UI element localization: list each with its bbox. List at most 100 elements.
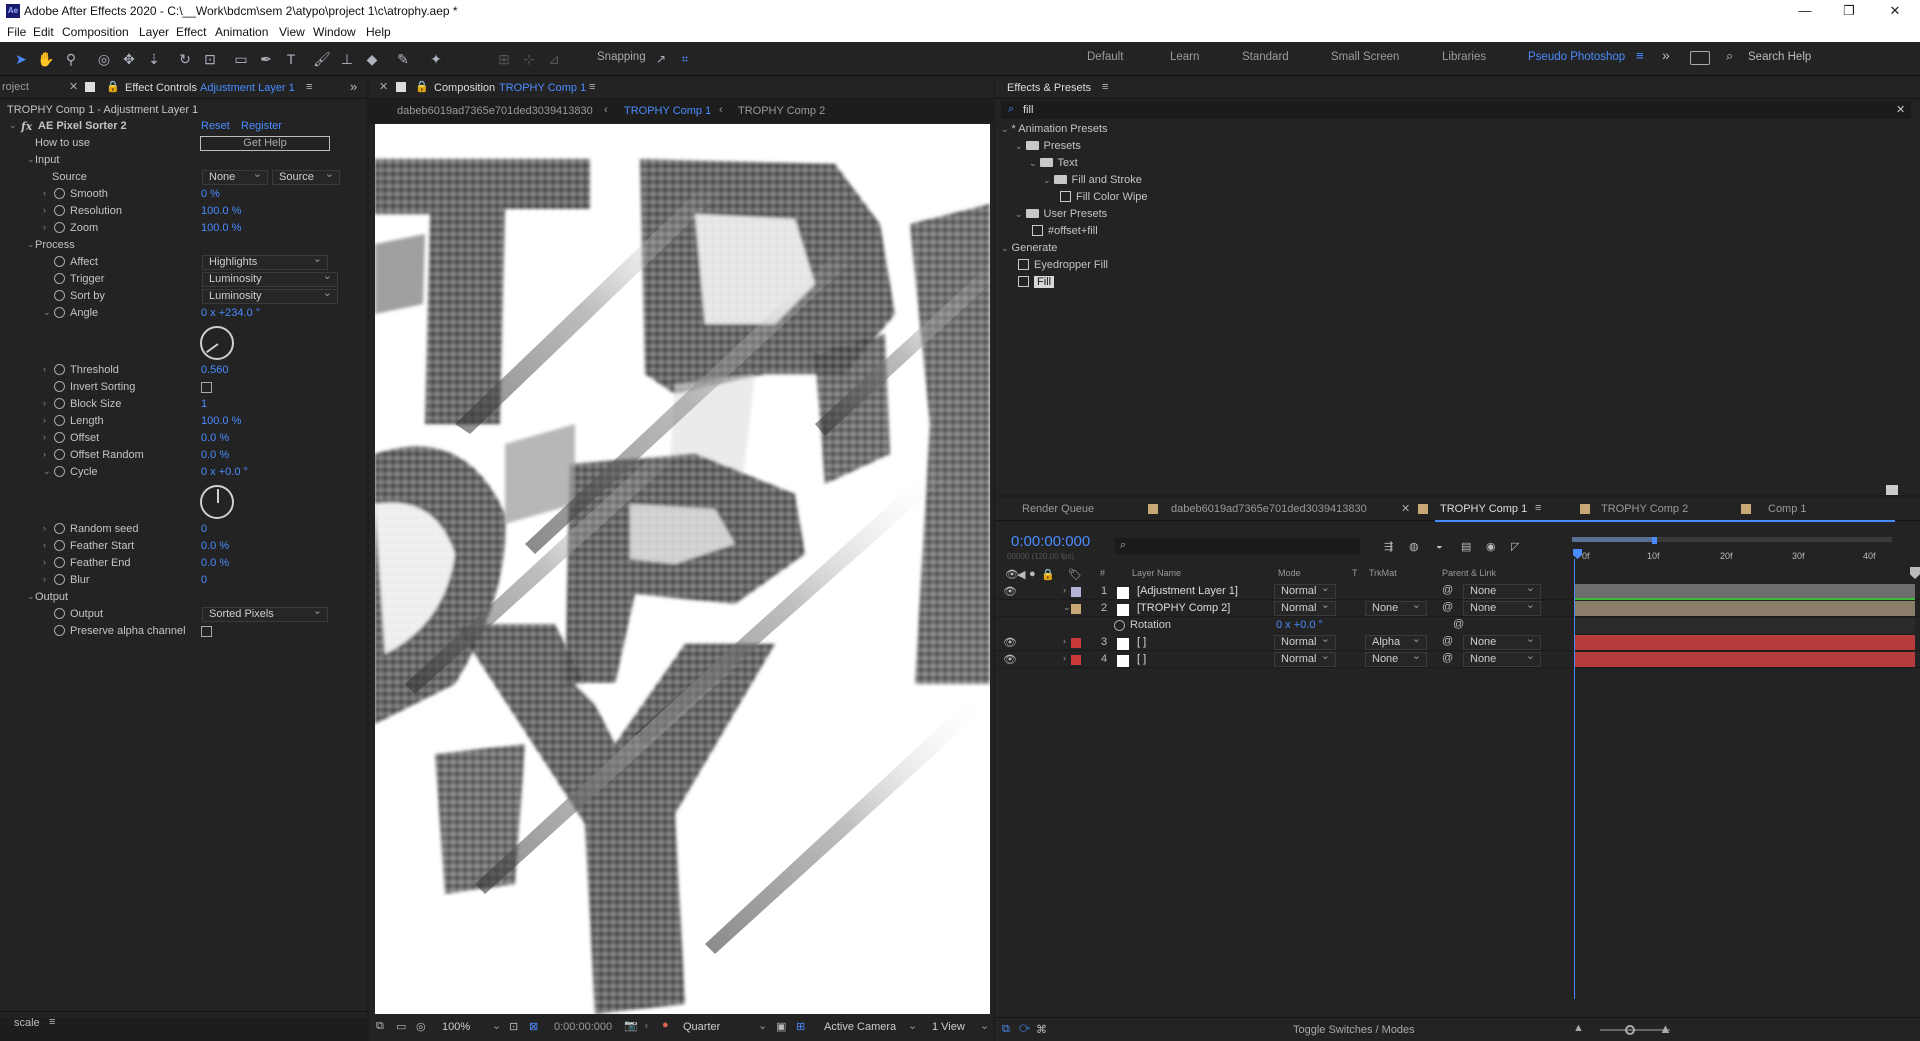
layer-trkmat-dropdown[interactable]: Alpha xyxy=(1365,633,1427,650)
chevron-right-icon[interactable]: › xyxy=(43,415,46,425)
eye-icon[interactable]: 👁 xyxy=(1003,636,1017,649)
menu-edit[interactable]: Edit xyxy=(33,25,54,39)
roto-brush-tool-icon[interactable]: ✎ xyxy=(394,50,412,68)
comp-flowchart-icon[interactable]: ⧉ xyxy=(1002,1023,1010,1036)
block-size-value[interactable]: 1 xyxy=(201,398,207,410)
effects-tree-item[interactable]: Fill xyxy=(995,275,1915,292)
clone-stamp-tool-icon[interactable]: ⊥ xyxy=(338,50,356,68)
restore-button[interactable]: ❐ xyxy=(1826,2,1872,20)
chevron-down-icon[interactable]: ⌄ xyxy=(43,307,51,318)
chevron-right-icon[interactable]: › xyxy=(1063,653,1066,663)
pickwhip-icon[interactable]: @ xyxy=(1453,618,1464,630)
process-group-row[interactable]: ⌄ Process xyxy=(0,237,365,254)
output-dropdown[interactable]: Sorted Pixels xyxy=(202,605,328,622)
layer-duration-bar[interactable] xyxy=(1575,601,1915,616)
trigger-dropdown[interactable]: Luminosity xyxy=(202,270,338,287)
fit-icon[interactable]: ⊡ xyxy=(509,1020,518,1033)
workspace-libraries[interactable]: Libraries xyxy=(1442,51,1486,63)
stopwatch-icon[interactable] xyxy=(54,523,65,534)
chevron-down-icon[interactable]: ⌄ xyxy=(1001,243,1009,253)
show-snapshot-icon[interactable]: ◐ xyxy=(644,1020,651,1032)
sort-by-dropdown[interactable]: Luminosity xyxy=(202,287,338,304)
effects-tree-item[interactable]: Fill Color Wipe xyxy=(1057,191,1148,203)
stopwatch-icon[interactable] xyxy=(54,290,65,301)
effect-expand-icon[interactable]: ⌄ xyxy=(9,120,17,131)
menu-effect[interactable]: Effect xyxy=(176,25,206,39)
fx-icon[interactable]: fx xyxy=(21,120,32,133)
layer-mode-dropdown[interactable]: Normal xyxy=(1274,582,1336,599)
offset-value[interactable]: 0.0 % xyxy=(201,432,229,444)
layer-trkmat-dropdown[interactable]: None xyxy=(1365,650,1427,667)
chevron-right-icon[interactable]: › xyxy=(43,188,46,198)
chevron-right-icon[interactable]: ⌄ xyxy=(1063,602,1071,613)
effects-tree-item[interactable]: ⌄ Fill and Stroke xyxy=(1043,174,1142,186)
stopwatch-icon[interactable] xyxy=(54,432,65,443)
source-layer-dropdown[interactable]: None xyxy=(202,168,268,185)
workspace-learn[interactable]: Learn xyxy=(1170,51,1199,63)
time-ruler[interactable]: 0f 10f 20f 30f 40f xyxy=(1570,537,1920,581)
cycle-value[interactable]: 0 x +0.0 ° xyxy=(201,466,248,478)
chevron-down-icon[interactable]: ⌄ xyxy=(1001,124,1009,134)
layer-name[interactable]: [Adjustment Layer 1] xyxy=(1137,585,1238,597)
breadcrumb-comp-0[interactable]: dabeb6019ad7365e701ded3039413830 xyxy=(397,105,593,117)
panel-menu-icon[interactable]: ≡ xyxy=(1102,81,1108,93)
layer-row[interactable]: 👁 › 3 [ ] Normal Alpha @ None xyxy=(995,633,1920,651)
effects-tree-item[interactable]: #offset+fill xyxy=(1029,225,1098,237)
close-tab-icon[interactable]: ✕ xyxy=(69,80,78,93)
toggle-switches-modes[interactable]: Toggle Switches / Modes xyxy=(1293,1024,1415,1036)
stopwatch-icon[interactable] xyxy=(54,205,65,216)
length-value[interactable]: 100.0 % xyxy=(201,415,241,427)
layer-parent-dropdown[interactable]: None xyxy=(1463,582,1541,599)
views-dropdown[interactable]: 1 View xyxy=(932,1021,965,1033)
chevron-right-icon[interactable]: › xyxy=(1063,636,1066,646)
random-seed-value[interactable]: 0 xyxy=(201,523,207,535)
chevron-down-icon[interactable]: ⌄ xyxy=(1015,141,1023,151)
stopwatch-icon[interactable] xyxy=(1114,620,1125,631)
close-window-button[interactable]: ✕ xyxy=(1872,2,1918,20)
pan-tool-icon[interactable]: ✥ xyxy=(120,50,138,68)
orbit-tool-icon[interactable]: ◎ xyxy=(95,50,113,68)
work-area-end-handle[interactable] xyxy=(1652,537,1657,544)
chevron-right-icon[interactable]: › xyxy=(43,523,46,533)
timeline-timecode[interactable]: 0:00:00:000 xyxy=(1011,533,1090,550)
workspace-standard[interactable]: Standard xyxy=(1242,51,1289,63)
eraser-tool-icon[interactable]: ◆ xyxy=(363,50,381,68)
view-axis-icon[interactable]: ⊿ xyxy=(545,50,563,68)
angle-dial[interactable] xyxy=(200,326,234,360)
menu-window[interactable]: Window xyxy=(313,25,356,39)
camera-dropdown[interactable]: Active Camera xyxy=(824,1021,896,1033)
stopwatch-icon[interactable] xyxy=(54,222,65,233)
comp-timecode[interactable]: 0:00:00:000 xyxy=(554,1021,612,1033)
stopwatch-icon[interactable] xyxy=(54,466,65,477)
in-out-icon[interactable]: ⌘ xyxy=(1036,1023,1047,1036)
effects-tree-item[interactable]: ⌄ User Presets xyxy=(1015,208,1107,220)
menu-animation[interactable]: Animation xyxy=(215,25,268,39)
menu-composition[interactable]: Composition xyxy=(62,25,129,39)
frame-blending-icon[interactable]: ▤ xyxy=(1461,540,1471,553)
chevron-right-icon[interactable]: › xyxy=(43,432,46,442)
stopwatch-icon[interactable] xyxy=(54,398,65,409)
breadcrumb-comp-2[interactable]: TROPHY Comp 2 xyxy=(738,105,825,117)
workspace-menu-icon[interactable]: ≡ xyxy=(1636,48,1644,63)
world-axis-icon[interactable]: ⊹ xyxy=(520,50,538,68)
tab-comp-1[interactable]: Comp 1 xyxy=(1768,503,1807,515)
layer-parent-dropdown[interactable]: None xyxy=(1463,633,1541,650)
tab-trophy-comp-1[interactable]: TROPHY Comp 1 xyxy=(1440,503,1527,515)
menu-help[interactable]: Help xyxy=(366,25,391,39)
graph-editor-icon[interactable]: ◸ xyxy=(1511,540,1519,553)
stopwatch-icon[interactable] xyxy=(54,415,65,426)
pickwhip-icon[interactable]: @ xyxy=(1442,652,1453,664)
layer-parent-dropdown[interactable]: None xyxy=(1463,650,1541,667)
layer-mode-dropdown[interactable]: Normal xyxy=(1274,650,1336,667)
type-tool-icon[interactable]: T xyxy=(282,50,300,68)
pickwhip-icon[interactable]: @ xyxy=(1442,601,1453,613)
menu-file[interactable]: File xyxy=(7,25,26,39)
selection-tool-icon[interactable]: ➤ xyxy=(12,50,30,68)
stopwatch-icon[interactable] xyxy=(54,256,65,267)
layer-label-swatch[interactable] xyxy=(1071,587,1081,597)
layer-duration-bar[interactable] xyxy=(1575,652,1915,667)
effects-presets-tab[interactable]: Effects & Presets xyxy=(1007,82,1091,94)
grid-icon[interactable]: ⊠ xyxy=(529,1020,538,1033)
minimize-button[interactable]: — xyxy=(1782,2,1828,20)
effects-tree-item[interactable]: Eyedropper Fill xyxy=(1015,259,1108,271)
